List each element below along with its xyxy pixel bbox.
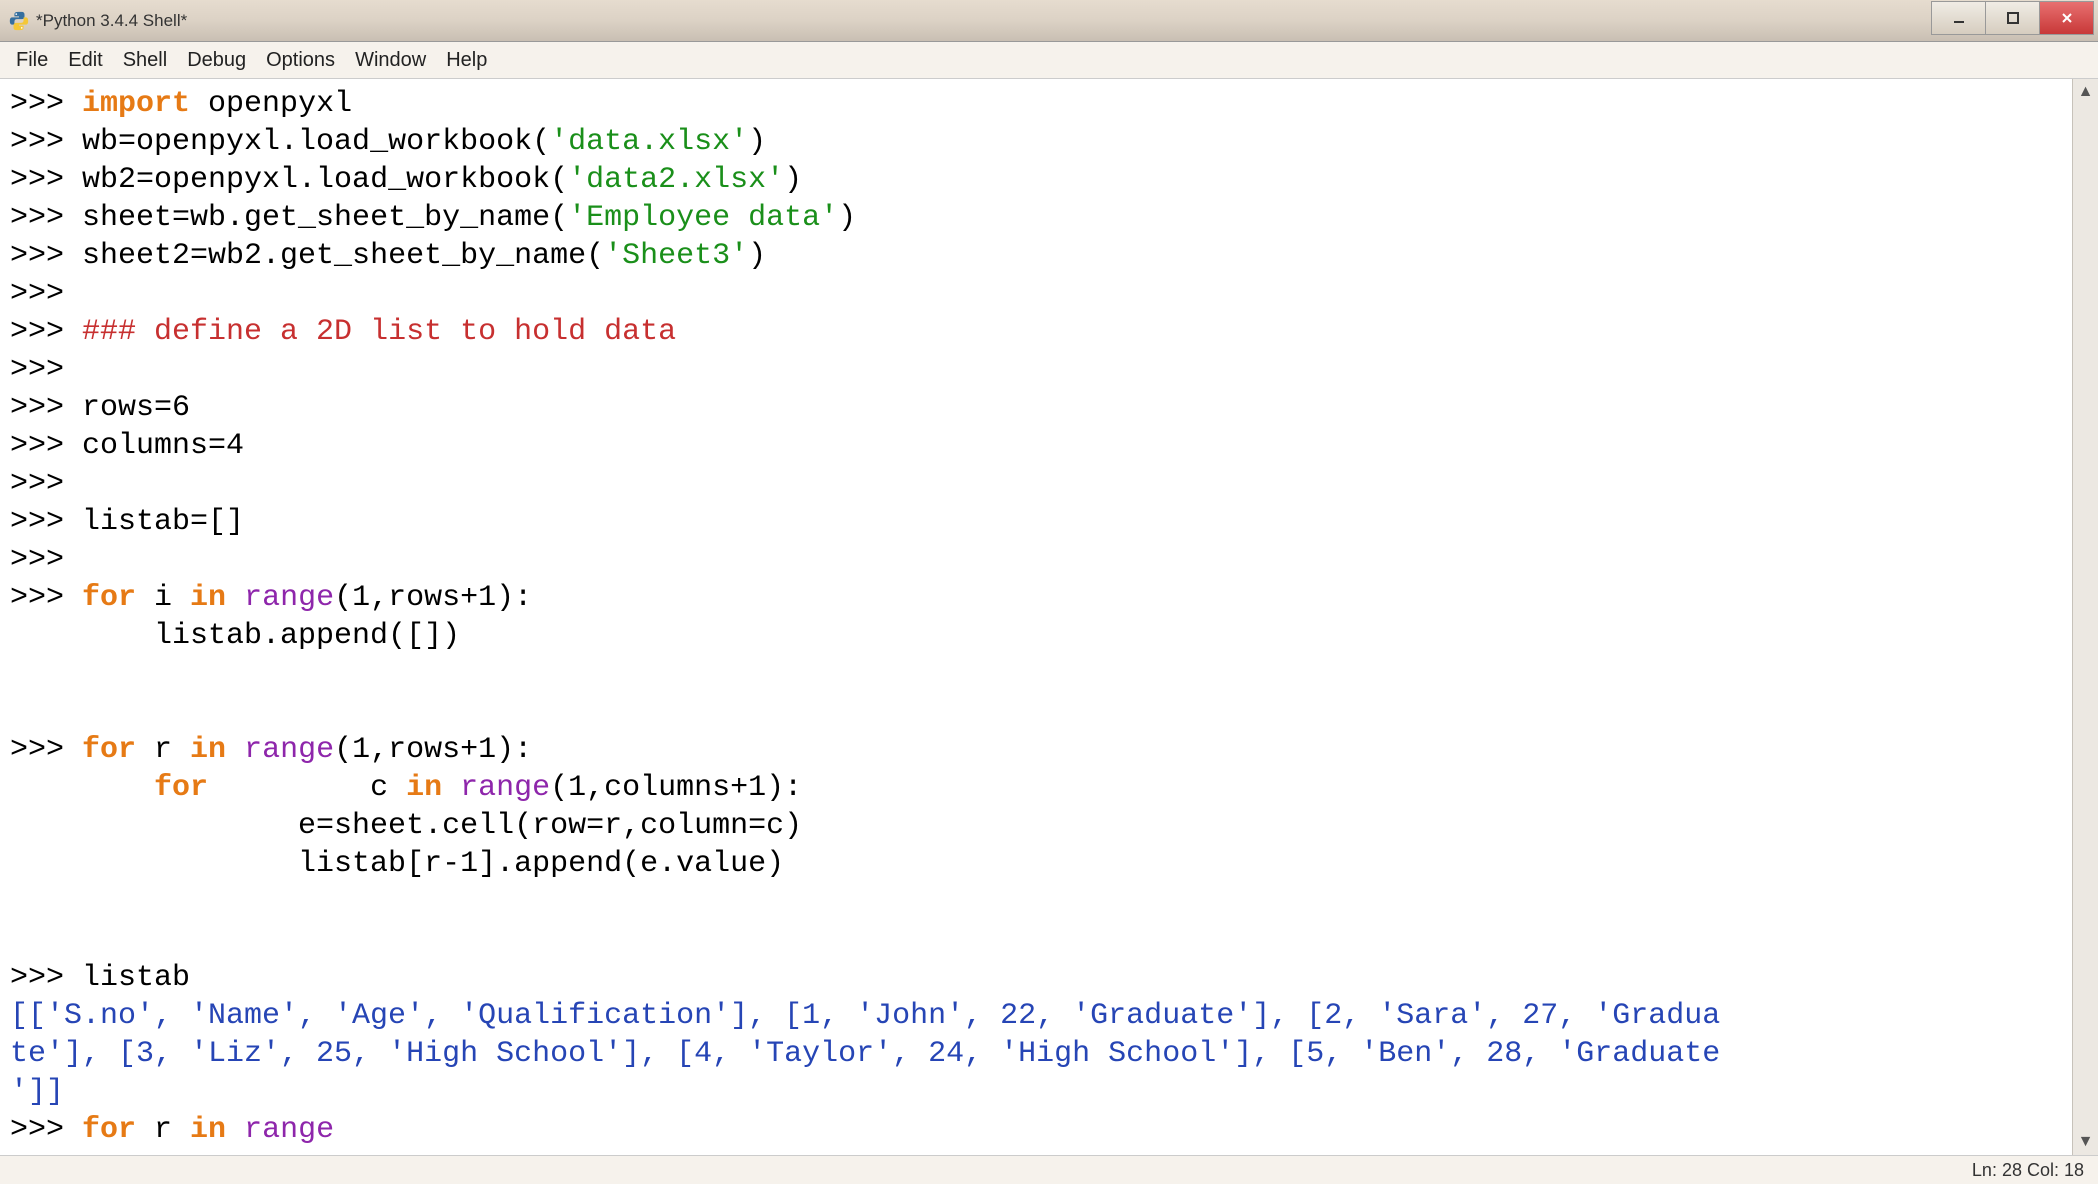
builtin-range: range <box>244 1113 334 1147</box>
prompt: >>> <box>10 961 82 995</box>
output: ']] <box>10 1075 64 1109</box>
titlebar: *Python 3.4.4 Shell* <box>0 0 2098 42</box>
token: c <box>208 771 406 805</box>
maximize-button[interactable] <box>1985 1 2040 35</box>
prompt: >>> <box>10 239 82 273</box>
token: r <box>136 1113 190 1147</box>
output: [['S.no', 'Name', 'Age', 'Qualification'… <box>10 999 1720 1033</box>
token: listab=[] <box>82 505 244 539</box>
vertical-scrollbar[interactable]: ▲ ▼ <box>2072 79 2098 1155</box>
token: openpyxl <box>190 87 352 121</box>
kw-import: import <box>82 87 190 121</box>
token: r <box>136 733 190 767</box>
prompt: >>> <box>10 353 82 387</box>
prompt: >>> <box>10 733 82 767</box>
window-controls <box>1932 1 2094 35</box>
editor-area: >>> import openpyxl >>> wb=openpyxl.load… <box>0 79 2098 1155</box>
token: (1,rows+1): <box>334 733 532 767</box>
token: listab.append([]) <box>10 619 460 653</box>
token: ) <box>748 125 766 159</box>
close-button[interactable] <box>2039 1 2094 35</box>
prompt: >>> <box>10 505 82 539</box>
builtin-range: range <box>244 581 334 615</box>
shell-editor[interactable]: >>> import openpyxl >>> wb=openpyxl.load… <box>0 79 2072 1155</box>
menu-file[interactable]: File <box>6 45 58 76</box>
token: listab <box>82 961 190 995</box>
prompt: >>> <box>10 581 82 615</box>
window-title: *Python 3.4.4 Shell* <box>36 11 187 31</box>
kw-in: in <box>190 1113 226 1147</box>
window: *Python 3.4.4 Shell* File Edit Shell Deb… <box>0 0 2098 1184</box>
builtin-range: range <box>244 733 334 767</box>
kw-for: for <box>82 1113 136 1147</box>
menu-edit[interactable]: Edit <box>58 45 112 76</box>
scroll-up-icon[interactable]: ▲ <box>2073 79 2098 105</box>
prompt: >>> <box>10 467 82 501</box>
prompt: >>> <box>10 429 82 463</box>
string: 'data.xlsx' <box>550 125 748 159</box>
kw-in: in <box>190 581 226 615</box>
token: sheet2=wb2.get_sheet_by_name( <box>82 239 604 273</box>
token: columns=4 <box>82 429 244 463</box>
kw-for: for <box>82 581 136 615</box>
token: (1,columns+1): <box>550 771 802 805</box>
token: e=sheet.cell(row=r,column=c) <box>10 809 802 843</box>
menu-shell[interactable]: Shell <box>113 45 177 76</box>
scroll-track[interactable] <box>2073 105 2098 1129</box>
menu-debug[interactable]: Debug <box>177 45 256 76</box>
python-icon <box>8 10 30 32</box>
kw-for: for <box>82 733 136 767</box>
token: (1,rows+1): <box>334 581 532 615</box>
prompt: >>> <box>10 87 82 121</box>
token: i <box>136 581 190 615</box>
string: 'Employee data' <box>568 201 838 235</box>
prompt: >>> <box>10 1113 82 1147</box>
output: te'], [3, 'Liz', 25, 'High School'], [4,… <box>10 1037 1720 1071</box>
token: wb2=openpyxl.load_workbook( <box>82 163 568 197</box>
builtin-range: range <box>460 771 550 805</box>
prompt: >>> <box>10 543 82 577</box>
menubar: File Edit Shell Debug Options Window Hel… <box>0 42 2098 79</box>
menu-help[interactable]: Help <box>436 45 497 76</box>
token: wb=openpyxl.load_workbook( <box>82 125 550 159</box>
prompt: >>> <box>10 277 82 311</box>
cursor-position: Ln: 28 Col: 18 <box>1972 1160 2084 1181</box>
prompt: >>> <box>10 163 82 197</box>
token: rows=6 <box>82 391 190 425</box>
minimize-button[interactable] <box>1931 1 1986 35</box>
token: ) <box>748 239 766 273</box>
string: 'Sheet3' <box>604 239 748 273</box>
menu-window[interactable]: Window <box>345 45 436 76</box>
string: 'data2.xlsx' <box>568 163 784 197</box>
prompt: >>> <box>10 125 82 159</box>
token: listab[r-1].append(e.value) <box>10 847 784 881</box>
scroll-down-icon[interactable]: ▼ <box>2073 1129 2098 1155</box>
token: ) <box>784 163 802 197</box>
prompt: >>> <box>10 391 82 425</box>
prompt: >>> <box>10 201 82 235</box>
kw-for: for <box>154 771 208 805</box>
statusbar: Ln: 28 Col: 18 <box>0 1155 2098 1184</box>
kw-in: in <box>406 771 442 805</box>
menu-options[interactable]: Options <box>256 45 345 76</box>
comment: ### define a 2D list to hold data <box>82 315 676 349</box>
token: sheet=wb.get_sheet_by_name( <box>82 201 568 235</box>
kw-in: in <box>190 733 226 767</box>
prompt: >>> <box>10 315 82 349</box>
token: ) <box>838 201 856 235</box>
